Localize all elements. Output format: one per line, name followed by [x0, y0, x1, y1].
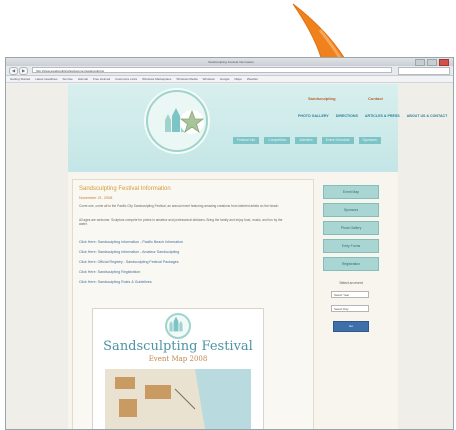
article-paragraph: Come one, come all to the Pacific City S…: [79, 204, 280, 208]
poster-title: Sandsculpting Festival: [103, 339, 253, 354]
close-button[interactable]: [439, 59, 449, 66]
title-bar: Sandsculpting Festival Information: [6, 58, 453, 66]
sidebar-button[interactable]: Sponsors: [323, 203, 379, 217]
menu-item[interactable]: PHOTO GALLERY: [298, 114, 329, 122]
bookmark-item[interactable]: Google: [220, 76, 230, 82]
bookmark-item[interactable]: Windows Media: [176, 76, 197, 82]
castle-icon: [169, 316, 183, 332]
bookmark-item[interactable]: Hotmail: [78, 76, 88, 82]
day-select[interactable]: Select Day: [331, 305, 369, 312]
sidebar-label: Select an event: [339, 281, 363, 285]
back-icon[interactable]: ◀: [9, 67, 18, 75]
article-link[interactable]: Click Here: Sandsculpting Registration: [79, 270, 140, 274]
search-input[interactable]: [398, 67, 450, 75]
bookmark-item[interactable]: Getting Started: [10, 76, 30, 82]
submenu-item[interactable]: Activities: [295, 137, 317, 144]
sidebar-button[interactable]: Photo Gallery: [323, 221, 379, 235]
site-header: Sandsculpting Contact PHOTO GALLERY DIRE…: [68, 84, 447, 172]
window-title: Sandsculpting Festival Information: [208, 60, 254, 64]
bookmark-item[interactable]: Weather: [247, 76, 258, 82]
article-link[interactable]: Click Here: Sandsculpting Information - …: [79, 250, 179, 254]
menu-item[interactable]: ABOUT US & CONTACT: [407, 114, 448, 122]
event-map: [105, 369, 251, 429]
bookmark-item[interactable]: Customize Links: [115, 76, 137, 82]
menu-item[interactable]: DIRECTIONS: [336, 114, 358, 122]
bookmark-item[interactable]: Free Hotmail: [93, 76, 110, 82]
address-bar[interactable]: http://www.sandsculptingfestival.com/san…: [32, 67, 392, 73]
browser-window: Sandsculpting Festival Information ◀ ▶ h…: [5, 57, 454, 430]
bookmark-item[interactable]: Latest Headlines: [35, 76, 57, 82]
top-link-sandsculpting[interactable]: Sandsculpting: [308, 96, 336, 101]
sidebar-button[interactable]: Entry Forms: [323, 239, 379, 253]
poster-subtitle: Event Map 2008: [148, 355, 208, 363]
maximize-button[interactable]: [427, 59, 437, 66]
sub-menu: Festival Info Competition Activities Eve…: [233, 137, 448, 144]
year-select[interactable]: Select Year: [331, 291, 369, 298]
sidebar-button[interactable]: Event Map: [323, 185, 379, 199]
sidebar: Event Map Sponsors Photo Gallery Entry F…: [318, 179, 384, 429]
main-menu: PHOTO GALLERY DIRECTIONS ARTICLES & PRES…: [298, 114, 453, 122]
minimize-button[interactable]: [415, 59, 425, 66]
bookmark-item[interactable]: Windows: [203, 76, 215, 82]
go-button[interactable]: Go: [333, 321, 369, 332]
bookmark-item[interactable]: Windows Marketplace: [142, 76, 171, 82]
submenu-item[interactable]: Competition: [264, 137, 291, 144]
submenu-item[interactable]: Sponsors: [358, 137, 381, 144]
article-heading: Sandsculpting Festival Information: [79, 186, 171, 192]
sidebar-button[interactable]: Registration: [323, 257, 379, 271]
menu-item[interactable]: ARTICLES & PRESS: [365, 114, 400, 122]
submenu-item[interactable]: Event Schedule: [321, 137, 354, 144]
forward-icon[interactable]: ▶: [19, 67, 28, 75]
main-content: Sandsculpting Festival Information Novem…: [72, 179, 314, 429]
navigation-bar: ◀ ▶ http://www.sandsculptingfestival.com…: [6, 66, 453, 76]
submenu-item[interactable]: Festival Info: [233, 137, 260, 144]
page-viewport: Sandsculpting Contact PHOTO GALLERY DIRE…: [6, 84, 453, 429]
article-paragraph: All ages are welcome. Sculptors compete …: [79, 218, 283, 227]
window-controls: [415, 59, 449, 66]
bookmark-item[interactable]: Maps: [234, 76, 241, 82]
article-link[interactable]: Click Here: Sandsculpting Information - …: [79, 240, 183, 244]
article-date: November 21, 2008: [79, 196, 113, 200]
article-link[interactable]: Click Here: Sandsculpting Rules & Guidel…: [79, 280, 152, 284]
bookmarks-bar: Getting Started Latest Headlines Sunrise…: [6, 76, 453, 83]
top-link-contact[interactable]: Contact: [368, 96, 383, 101]
star-icon: [179, 109, 205, 134]
event-poster[interactable]: Sandsculpting Festival Event Map 2008: [92, 308, 264, 429]
bookmark-item[interactable]: Sunrise: [63, 76, 73, 82]
article-link[interactable]: Click Here: Official Registry - Sandscul…: [79, 260, 179, 264]
poster-logo: [165, 313, 191, 339]
